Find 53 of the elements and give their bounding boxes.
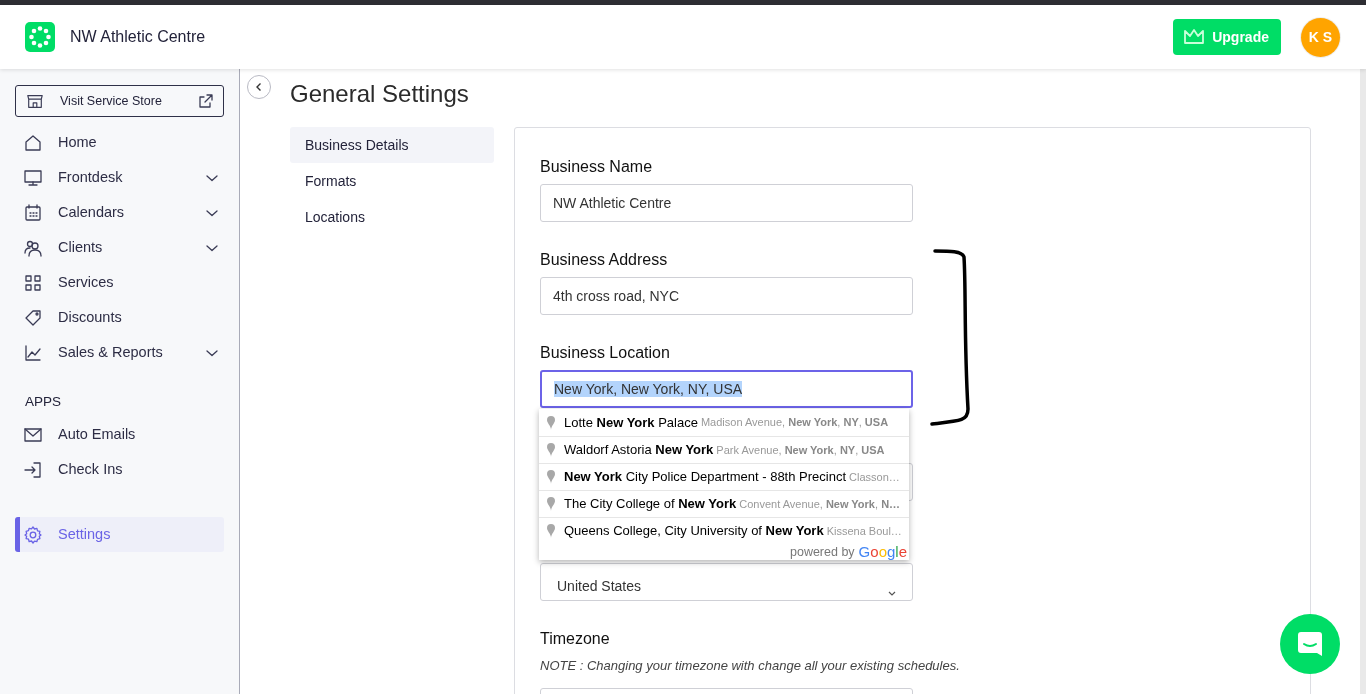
suggestion-item[interactable]: New York City Police Department - 88th Precinct Classon…: [539, 463, 909, 490]
field-label: Business Name: [540, 157, 654, 177]
powered-by-label: powered by: [790, 544, 855, 560]
grid-icon: [23, 272, 43, 293]
sidebar-item[interactable]: Discounts: [15, 300, 224, 335]
sidebar-item[interactable]: Clients: [15, 230, 224, 265]
input-field[interactable]: New York, New York, NY, USA: [540, 370, 913, 408]
map-pin-icon: [546, 496, 556, 512]
suggestion-item[interactable]: Waldorf Astoria New York Park Avenue, New York, NY, USA: [539, 436, 909, 463]
input-field[interactable]: 4th cross road, NYC: [540, 277, 913, 315]
collapse-button[interactable]: [247, 75, 271, 99]
crown-icon: [1183, 28, 1206, 46]
field-label: Business Address: [540, 250, 669, 270]
sidebar-item[interactable]: Sales & Reports: [15, 335, 224, 370]
chat-button[interactable]: [1280, 614, 1340, 674]
map-pin-icon: [546, 414, 556, 431]
sidebar-item[interactable]: Frontdesk: [15, 160, 224, 195]
sidebar-item[interactable]: Services: [15, 265, 224, 300]
business-name: NW Athletic Centre: [70, 27, 206, 47]
suggestion-item[interactable]: The City College of New York Convent Avenue, New York, N…: [539, 490, 909, 517]
monitor-icon: [23, 167, 43, 188]
map-pin-icon: [546, 469, 556, 485]
page-title: General Settings: [290, 79, 469, 109]
sign-in-icon: [23, 459, 43, 480]
settings-tab[interactable]: Formats: [290, 163, 494, 199]
brand-logo: Google: [858, 544, 907, 560]
suggestion-item[interactable]: Queens College, City University of New York Kissena Boul…: [539, 517, 909, 544]
sidebar-item[interactable]: Calendars: [15, 195, 224, 230]
calendar-icon: [23, 202, 43, 223]
settings-tab[interactable]: Business Details: [290, 127, 494, 163]
sidebar-item[interactable]: Settings: [15, 517, 224, 553]
section-heading: APPS: [25, 393, 63, 411]
map-pin-icon: [546, 523, 556, 539]
select-field[interactable]: United States: [540, 563, 913, 601]
input-field[interactable]: NW Athletic Centre: [540, 184, 913, 222]
storefront-icon: [26, 92, 44, 110]
field-label: Business Location: [540, 343, 671, 363]
gear-icon: [23, 524, 43, 545]
field-label: Timezone: [540, 629, 611, 649]
chat-icon: [1296, 630, 1324, 658]
logo-icon: [25, 22, 55, 52]
external-link-icon: [198, 93, 214, 109]
chevron-left-icon: [254, 82, 264, 92]
map-pin-icon: [546, 442, 556, 458]
suggestion-item[interactable]: Lotte New York Palace Madison Avenue, New York, NY, USA: [539, 409, 909, 436]
settings-tab[interactable]: Locations: [290, 199, 494, 235]
sidebar-item[interactable]: Check Ins: [15, 452, 224, 488]
note-text: NOTE : Changing your timezone with change all your existing schedules.: [540, 657, 961, 675]
sidebar-item[interactable]: Home: [15, 125, 224, 160]
caret-icon: [888, 591, 896, 597]
tag-icon: [23, 307, 43, 328]
store-button[interactable]: Visit Service Store: [15, 85, 224, 117]
sidebar-item[interactable]: Auto Emails: [15, 417, 224, 453]
